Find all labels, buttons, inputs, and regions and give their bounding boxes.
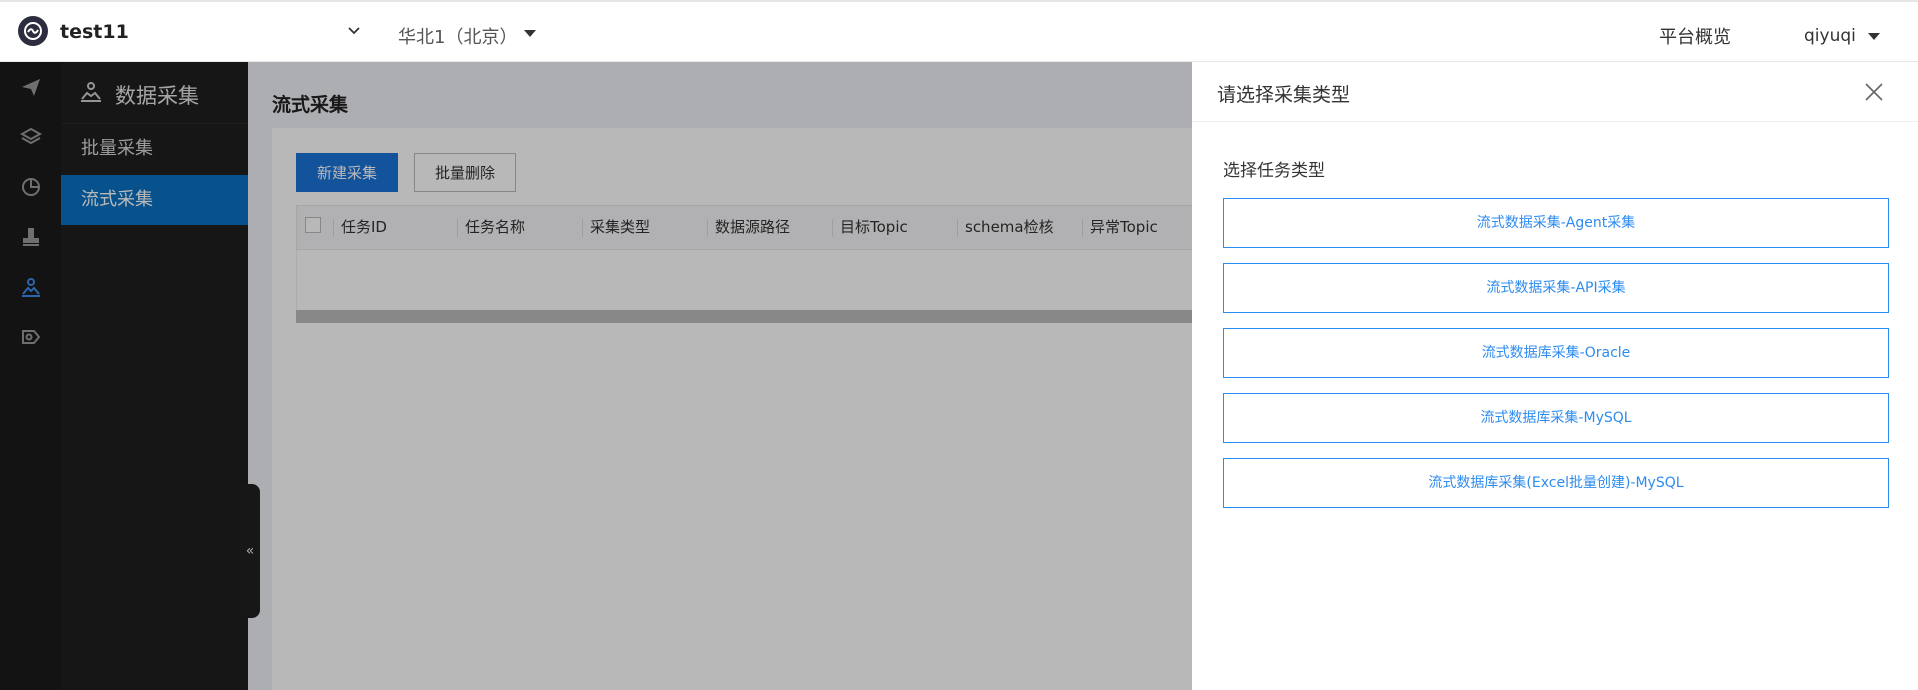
sidebar-collapse-handle[interactable]: « [240,484,260,618]
brand-logo-icon[interactable] [18,16,48,46]
option-api-collect[interactable]: 流式数据采集-API采集 [1223,263,1889,313]
user-menu[interactable]: qiyuqi [1804,26,1856,46]
project-chevron-down-icon[interactable] [347,26,361,36]
user-caret-down-icon[interactable] [1868,33,1880,40]
platform-overview-link[interactable]: 平台概览 [1659,23,1731,49]
collect-type-drawer: 请选择采集类型 选择任务类型 流式数据采集-Agent采集 流式数据采集-API… [1192,62,1918,690]
region-selector[interactable]: 华北1（北京） [398,23,517,49]
drawer-header: 请选择采集类型 [1192,62,1918,122]
double-chevron-left-icon: « [245,543,255,559]
close-icon[interactable] [1864,82,1884,102]
option-excel-mysql-collect[interactable]: 流式数据库采集(Excel批量创建)-MySQL [1223,458,1889,508]
region-caret-down-icon[interactable] [524,30,536,37]
drawer-subtitle: 选择任务类型 [1223,161,1325,181]
project-name: test11 [60,21,129,43]
top-header: test11 华北1（北京） 平台概览 qiyuqi [0,0,1918,62]
option-agent-collect[interactable]: 流式数据采集-Agent采集 [1223,198,1889,248]
option-oracle-collect[interactable]: 流式数据库采集-Oracle [1223,328,1889,378]
drawer-title: 请选择采集类型 [1217,84,1351,106]
option-mysql-collect[interactable]: 流式数据库采集-MySQL [1223,393,1889,443]
